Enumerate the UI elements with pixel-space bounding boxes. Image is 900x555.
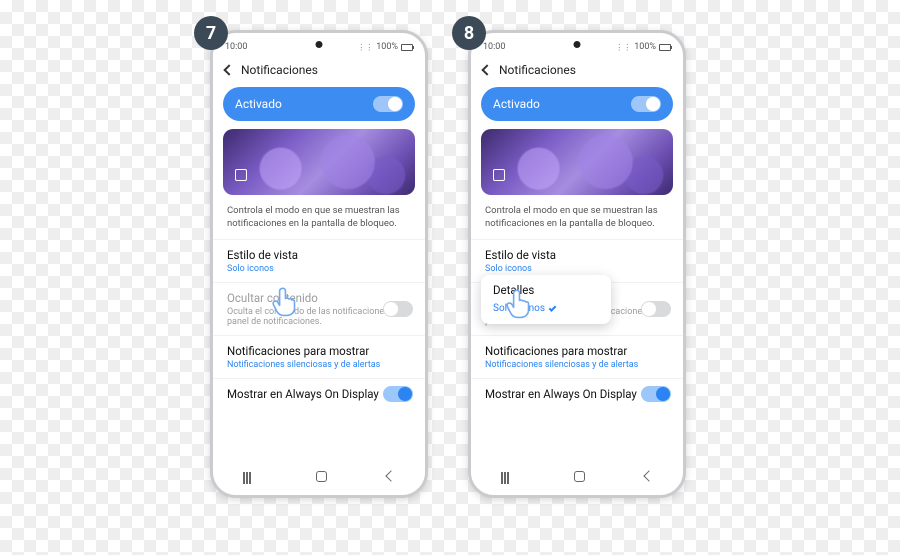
preview-notification-icon [235, 169, 247, 181]
popup-title: Detalles [493, 283, 599, 297]
title-bar: Notificaciones [213, 57, 425, 87]
row-to-show-title: Notificaciones para mostrar [485, 344, 669, 358]
popup-option-label: Solo iconos [493, 303, 545, 314]
hide-content-toggle[interactable] [383, 301, 413, 317]
popup-option-selected[interactable]: Solo iconos [493, 303, 599, 314]
master-toggle-row[interactable]: Activado [223, 87, 415, 121]
row-view-style-title: Estilo de vista [227, 248, 411, 262]
camera-hole [316, 41, 323, 48]
nav-bar [213, 463, 425, 489]
nav-home-icon[interactable] [316, 471, 327, 482]
phone-step-8: 10:00 ⋮⋮ 100% Notificaciones Activado Co… [468, 30, 686, 498]
status-time: 10:00 [483, 42, 505, 52]
page-title: Notificaciones [241, 63, 318, 77]
phone-step-7: 10:00 ⋮⋮ 100% Notificaciones Activado Co… [210, 30, 428, 498]
back-icon[interactable] [481, 64, 492, 75]
back-icon[interactable] [223, 64, 234, 75]
preview-notification-icon [493, 169, 505, 181]
row-view-style-sub: Solo iconos [485, 264, 669, 274]
row-to-show-sub: Notificaciones silenciosas y de alertas [227, 360, 411, 370]
lockscreen-preview [223, 129, 415, 195]
page-title: Notificaciones [499, 63, 576, 77]
step-badge-7: 7 [194, 16, 228, 50]
battery-icon [401, 44, 413, 51]
status-time: 10:00 [225, 42, 247, 52]
description-text: Controla el modo en que se muestran las … [471, 203, 683, 239]
row-to-show-title: Notificaciones para mostrar [227, 344, 411, 358]
row-view-style-title: Estilo de vista [485, 248, 669, 262]
master-toggle-row[interactable]: Activado [481, 87, 673, 121]
hide-content-toggle[interactable] [641, 301, 671, 317]
master-toggle-label: Activado [235, 97, 282, 111]
lockscreen-preview [481, 129, 673, 195]
aod-toggle[interactable] [641, 386, 671, 402]
title-bar: Notificaciones [471, 57, 683, 87]
row-aod[interactable]: Mostrar en Always On Display [471, 378, 683, 409]
nav-recent-icon[interactable] [501, 472, 514, 480]
row-to-show-sub: Notificaciones silenciosas y de alertas [485, 360, 669, 370]
row-hide-content-title: Ocultar contenido [227, 291, 411, 305]
row-hide-content[interactable]: Ocultar contenido Oculta el contenido de… [213, 282, 425, 335]
row-aod[interactable]: Mostrar en Always On Display [213, 378, 425, 409]
nav-back-icon[interactable] [385, 470, 396, 481]
battery-percent: 100% [376, 42, 398, 52]
step-badge-8: 8 [452, 16, 486, 50]
nav-back-icon[interactable] [643, 470, 654, 481]
row-view-style[interactable]: Estilo de vista Solo iconos [213, 239, 425, 282]
camera-hole [574, 41, 581, 48]
wifi-icon: ⋮⋮ [615, 43, 631, 52]
row-to-show[interactable]: Notificaciones para mostrar Notificacion… [213, 335, 425, 378]
view-style-popup[interactable]: Detalles Solo iconos [481, 275, 611, 324]
description-text: Controla el modo en que se muestran las … [213, 203, 425, 239]
master-toggle[interactable] [373, 96, 403, 112]
battery-icon [659, 44, 671, 51]
nav-home-icon[interactable] [574, 471, 585, 482]
master-toggle[interactable] [631, 96, 661, 112]
wifi-icon: ⋮⋮ [357, 43, 373, 52]
check-icon [549, 304, 557, 312]
battery-percent: 100% [634, 42, 656, 52]
stage: 7 8 10:00 ⋮⋮ 100% Notificaciones Activad… [210, 30, 686, 498]
master-toggle-label: Activado [493, 97, 540, 111]
nav-recent-icon[interactable] [243, 472, 256, 480]
nav-bar [471, 463, 683, 489]
aod-toggle[interactable] [383, 386, 413, 402]
row-to-show[interactable]: Notificaciones para mostrar Notificacion… [471, 335, 683, 378]
row-view-style-sub: Solo iconos [227, 264, 411, 274]
